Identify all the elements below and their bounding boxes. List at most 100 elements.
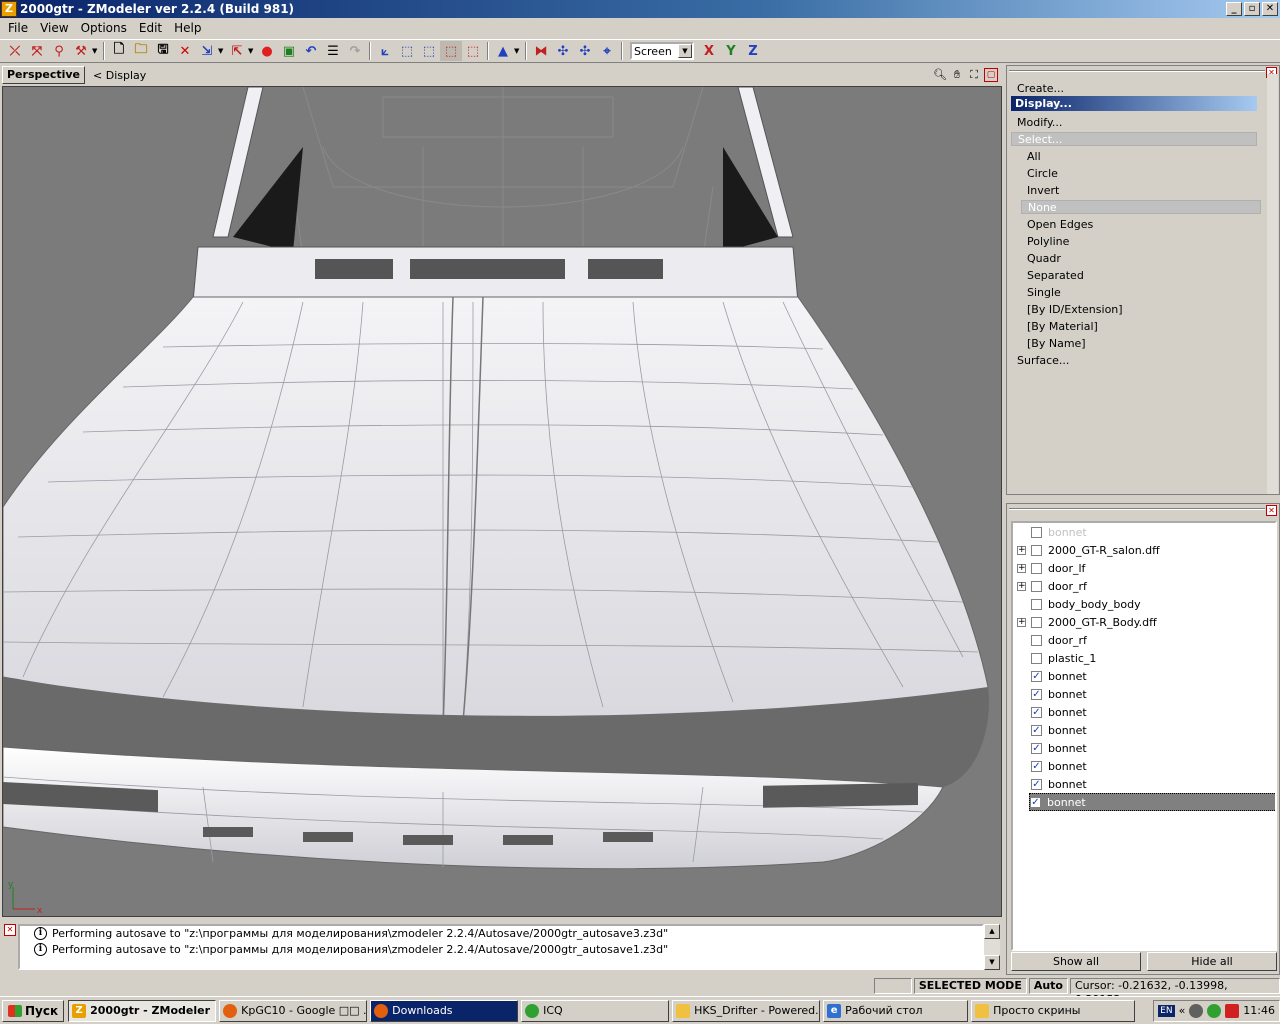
chevron-down-icon[interactable]: ▼ <box>92 47 100 55</box>
tree-row[interactable]: plastic_1 <box>1013 649 1275 667</box>
axis-x-button[interactable]: X <box>698 41 720 61</box>
box-icon[interactable]: ⬚ <box>396 41 418 61</box>
redo-icon[interactable]: ↷ <box>344 41 366 61</box>
task-firefox-google[interactable]: KpGC10 - Google □□ ... <box>219 999 368 1022</box>
icq-tray-icon[interactable] <box>1207 1003 1222 1018</box>
select-by-material[interactable]: [By Material] <box>1027 320 1098 333</box>
delete-icon[interactable]: ✕ <box>174 41 196 61</box>
select-tool-icon[interactable]: ⤫ <box>4 41 26 61</box>
chevron-down-icon[interactable]: ▼ <box>248 47 256 55</box>
select-circle[interactable]: Circle <box>1027 167 1058 180</box>
render-icon[interactable]: ● <box>256 41 278 61</box>
tools-icon[interactable]: ⚒ <box>70 41 92 61</box>
tree-row[interactable]: + door_rf <box>1013 577 1275 595</box>
scroll-down-icon[interactable]: ▼ <box>984 955 1000 970</box>
cmd-select[interactable]: Select... <box>1011 132 1257 146</box>
tree-row[interactable]: ✓ bonnet <box>1013 667 1275 685</box>
tree-row[interactable]: bonnet <box>1013 523 1275 541</box>
cube-icon[interactable]: ⬚ <box>418 41 440 61</box>
select-by-name[interactable]: [By Name] <box>1027 337 1086 350</box>
cmd-create[interactable]: Create... <box>1017 82 1064 95</box>
show-all-button[interactable]: Show all <box>1011 952 1141 971</box>
cmd-surface[interactable]: Surface... <box>1017 354 1069 367</box>
menu-edit[interactable]: Edit <box>133 21 168 35</box>
visibility-checkbox[interactable] <box>1031 634 1042 646</box>
task-desktop[interactable]: e Рабочий стол <box>823 999 969 1022</box>
select-quadr[interactable]: Quadr <box>1027 252 1061 265</box>
tray-expand-icon[interactable]: « <box>1179 1004 1186 1017</box>
cube-solid-icon[interactable]: ⬚ <box>440 41 462 61</box>
coordinate-space-select[interactable]: Screen ▼ <box>630 42 694 60</box>
menu-view[interactable]: View <box>34 21 74 35</box>
viewport-breadcrumb[interactable]: < Display <box>93 69 146 82</box>
export-icon[interactable]: ⇱ <box>226 41 248 61</box>
maximize-viewport-icon[interactable]: ⛶ <box>967 68 981 82</box>
axis-y-button[interactable]: Y <box>720 41 742 61</box>
panel-close-icon[interactable]: ✕ <box>1266 505 1277 516</box>
visibility-checkbox[interactable] <box>1031 544 1042 556</box>
task-hks-drifter[interactable]: HKS_Drifter - Powered... <box>672 999 821 1022</box>
axis-icon[interactable]: ⟀ <box>374 41 396 61</box>
chevron-down-icon[interactable]: ▼ <box>514 47 522 55</box>
expand-icon[interactable]: + <box>1017 563 1026 573</box>
network-icon[interactable] <box>1189 1003 1204 1018</box>
select-single[interactable]: Single <box>1027 286 1061 299</box>
chevron-down-icon[interactable]: ▼ <box>218 47 226 55</box>
cube-red-icon[interactable]: ⬚ <box>462 41 484 61</box>
visibility-checkbox[interactable] <box>1031 598 1042 610</box>
task-downloads[interactable]: Downloads <box>370 999 519 1022</box>
expand-icon[interactable]: + <box>1017 581 1026 591</box>
material-icon[interactable]: ▣ <box>278 41 300 61</box>
move-icon[interactable]: ▲ <box>492 41 514 61</box>
expand-icon[interactable]: + <box>1017 617 1026 627</box>
visibility-checkbox[interactable]: ✓ <box>1031 724 1042 736</box>
select-none[interactable]: None <box>1021 200 1261 214</box>
menu-file[interactable]: File <box>2 21 34 35</box>
walker-icon[interactable]: ⚲ <box>48 41 70 61</box>
visibility-checkbox[interactable] <box>1031 526 1042 538</box>
select-by-id[interactable]: [By ID/Extension] <box>1027 303 1123 316</box>
visibility-checkbox[interactable] <box>1031 616 1042 628</box>
mirror-icon[interactable]: ⧓ <box>530 41 552 61</box>
tree-row[interactable]: door_rf <box>1013 631 1275 649</box>
panel-scrollbar[interactable] <box>1267 74 1278 494</box>
select-polyline[interactable]: Polyline <box>1027 235 1069 248</box>
lock-x-icon[interactable]: ✣ <box>552 41 574 61</box>
tree-row[interactable]: body_body_body <box>1013 595 1275 613</box>
select-all[interactable]: All <box>1027 150 1041 163</box>
antivirus-icon[interactable] <box>1225 1003 1240 1018</box>
visibility-checkbox[interactable]: ✓ <box>1031 760 1042 772</box>
object-tree[interactable]: bonnet +2000_GT-R_salon.dff + door_lf + door_… <box>1011 521 1277 951</box>
scroll-track[interactable] <box>984 939 1000 955</box>
scroll-up-icon[interactable]: ▲ <box>984 924 1000 939</box>
open-folder-icon[interactable]: 🗀 <box>130 41 152 61</box>
pick-tool-icon[interactable]: ⤧ <box>26 41 48 61</box>
tree-row[interactable]: +2000_GT-R_Body.dff <box>1013 613 1275 631</box>
tree-row[interactable]: ✓ bonnet <box>1013 685 1275 703</box>
hide-all-button[interactable]: Hide all <box>1147 952 1277 971</box>
lock-y-icon[interactable]: ✣ <box>574 41 596 61</box>
menu-options[interactable]: Options <box>75 21 133 35</box>
chevron-down-icon[interactable]: ▼ <box>678 44 692 58</box>
visibility-checkbox[interactable] <box>1031 580 1042 592</box>
visibility-checkbox[interactable] <box>1031 562 1042 574</box>
lock-z-icon[interactable]: ⌖ <box>596 41 618 61</box>
tree-row[interactable]: +2000_GT-R_salon.dff <box>1013 541 1275 559</box>
tree-row[interactable]: ✓ bonnet <box>1013 757 1275 775</box>
task-icq[interactable]: ICQ <box>521 999 670 1022</box>
visibility-checkbox[interactable]: ✓ <box>1031 706 1042 718</box>
task-zmodeler[interactable]: Z 2000gtr - ZModeler ... <box>68 999 217 1022</box>
tree-row[interactable]: ✓ bonnet <box>1013 703 1275 721</box>
select-open-edges[interactable]: Open Edges <box>1027 218 1093 231</box>
tree-row[interactable]: ✓ bonnet <box>1029 793 1275 811</box>
viewport-close-icon[interactable]: ▢ <box>984 68 998 82</box>
save-icon[interactable]: 🖫 <box>152 41 174 61</box>
notes-icon[interactable]: ☰ <box>322 41 344 61</box>
log-close-icon[interactable]: ✕ <box>4 924 16 936</box>
tree-row[interactable]: + door_lf <box>1013 559 1275 577</box>
select-invert[interactable]: Invert <box>1027 184 1059 197</box>
task-screenshots-folder[interactable]: Просто скрины <box>971 999 1136 1022</box>
cmd-modify[interactable]: Modify... <box>1017 116 1062 129</box>
undo-icon[interactable]: ↶ <box>300 41 322 61</box>
axis-z-button[interactable]: Z <box>742 41 764 61</box>
